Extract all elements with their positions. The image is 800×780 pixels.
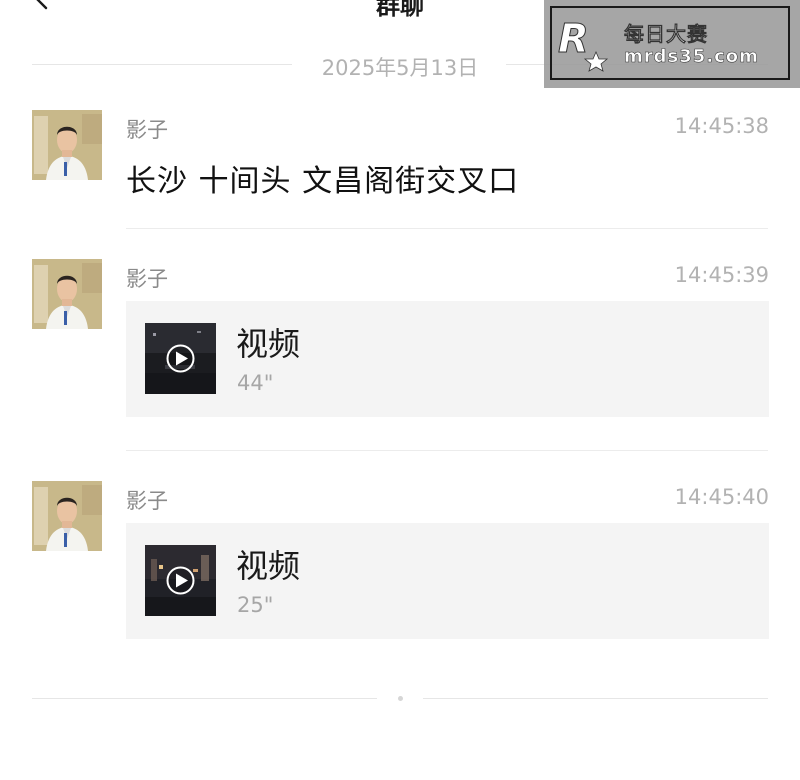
avatar[interactable] (32, 110, 102, 180)
sender-name: 影子 (126, 267, 168, 291)
play-icon (166, 344, 195, 373)
svg-text:R: R (558, 16, 589, 62)
video-label: 视频 (236, 547, 301, 585)
video-thumbnail (145, 545, 216, 616)
end-divider (32, 696, 768, 701)
watermark-logo-icon: R (558, 16, 609, 72)
divider-line (32, 698, 377, 699)
play-icon (166, 566, 195, 595)
message-time: 14:45:39 (674, 263, 769, 287)
avatar[interactable] (32, 259, 102, 329)
divider-dot (398, 696, 403, 701)
video-duration: 44" (237, 371, 274, 395)
message-separator (126, 228, 768, 229)
watermark-title: 每日大赛 (624, 22, 708, 47)
video-thumbnail (145, 323, 216, 394)
sender-name: 影子 (126, 118, 168, 142)
sender-name: 影子 (126, 489, 168, 513)
message-time: 14:45:40 (674, 485, 769, 509)
watermark-url: mrds35.com (624, 46, 759, 68)
divider-line (423, 698, 768, 699)
avatar[interactable] (32, 481, 102, 551)
message-separator (126, 450, 768, 451)
video-message-card[interactable]: 视频 44" (126, 301, 769, 417)
video-label: 视频 (236, 325, 301, 363)
message-text: 长沙 十间头 文昌阁街交叉口 (126, 164, 520, 199)
watermark: R 每日大赛 mrds35.com (544, 0, 800, 88)
video-duration: 25" (237, 593, 274, 617)
message-time: 14:45:38 (674, 114, 769, 138)
video-message-card[interactable]: 视频 25" (126, 523, 769, 639)
